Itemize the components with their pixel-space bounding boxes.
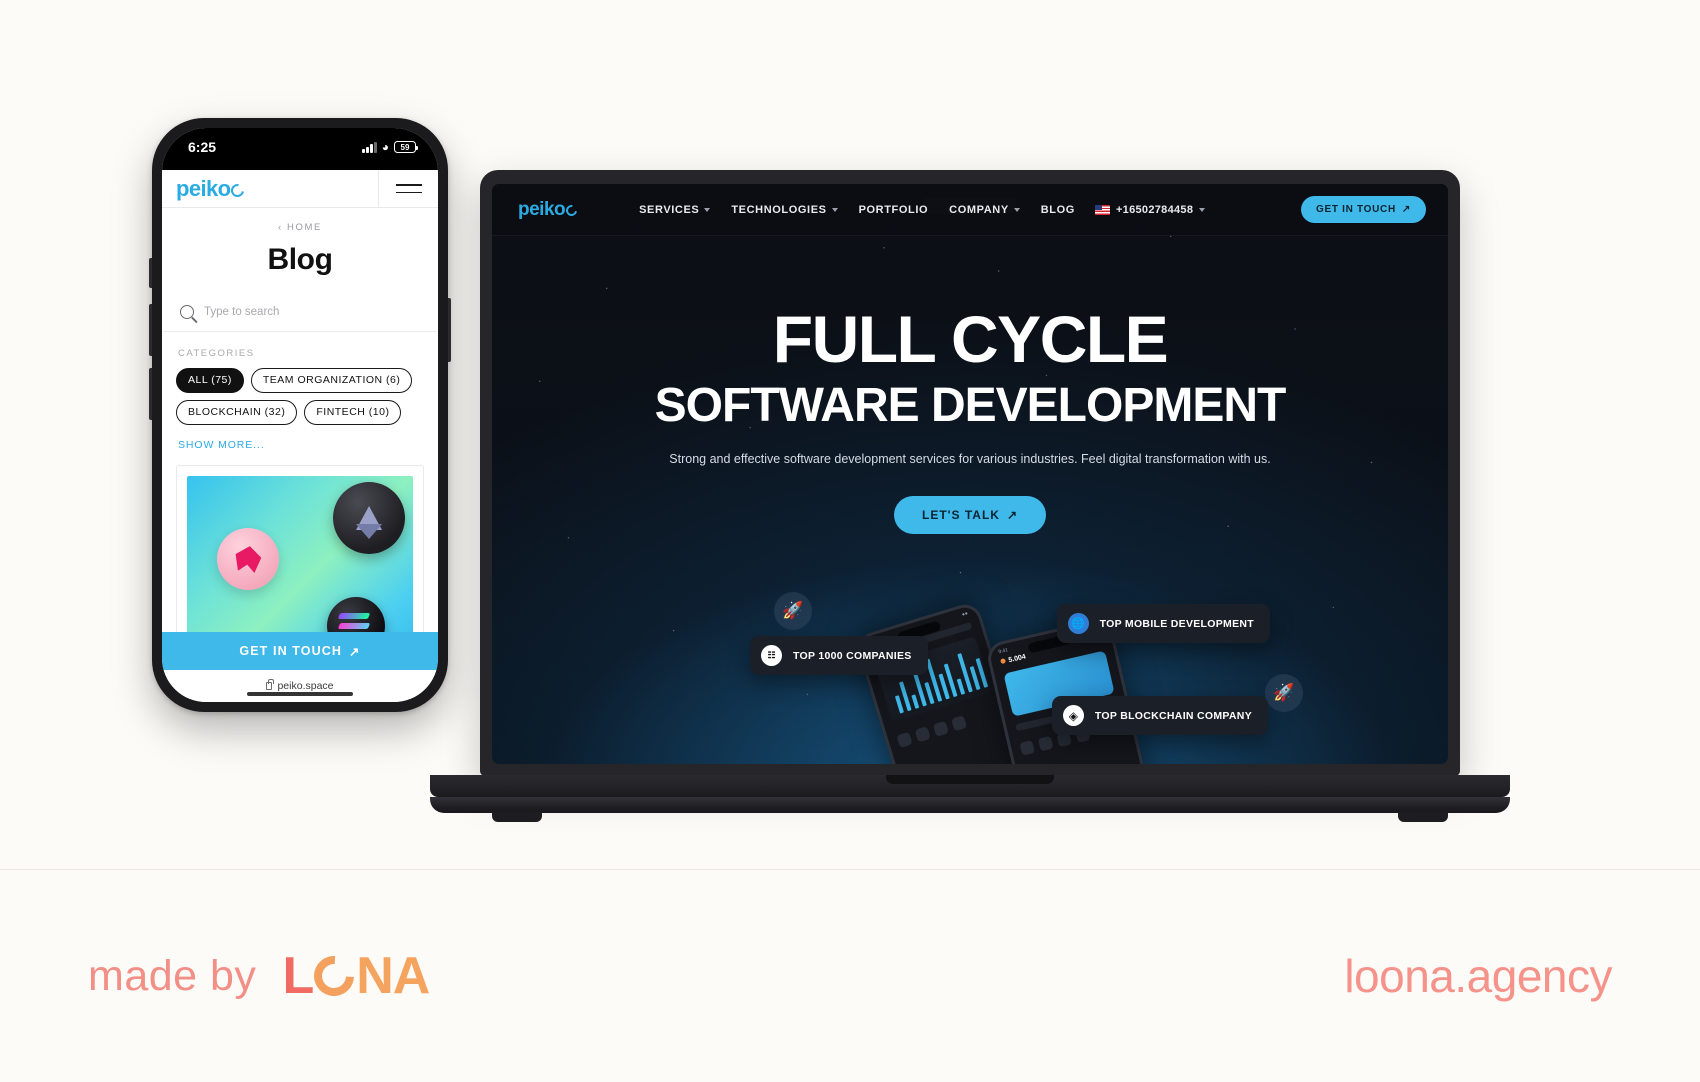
get-in-touch-label: GET IN TOUCH [239, 644, 342, 658]
loona-ring-icon [305, 947, 363, 1005]
badge-top-blockchain-company[interactable]: ◈ TOP BLOCKCHAIN COMPANY [1051, 696, 1268, 735]
search-placeholder: Type to search [204, 306, 280, 318]
category-chip-team-organization[interactable]: TEAM ORGANIZATION (6) [250, 368, 413, 393]
badge-label: TOP BLOCKCHAIN COMPANY [1094, 709, 1252, 722]
category-chip-blockchain[interactable]: BLOCKCHAIN (32) [176, 400, 298, 425]
mock-amount-value: 5.004 [1007, 653, 1027, 665]
phone-volume-down-button [149, 368, 152, 420]
status-indicators: ◕ 59 [362, 140, 418, 154]
peiko-ring-icon [228, 180, 248, 200]
site-navbar: peiko SERVICES TECHNOLOGIES PORTFOLIO CO… [492, 184, 1448, 236]
hero-title-line1: FULL CYCLE [772, 302, 1169, 376]
page-title: Blog [267, 243, 333, 276]
clutch-icon: ☷ [761, 645, 782, 666]
loona-logo[interactable]: L NA [282, 946, 430, 1006]
rocket-icon: 🚀 [774, 592, 812, 630]
badge-top-mobile-development[interactable]: 🌐 TOP MOBILE DEVELOPMENT [1056, 604, 1270, 643]
search-icon [180, 305, 194, 319]
nav-item-blog[interactable]: BLOG [1041, 204, 1075, 216]
diamond-icon: ◈ [1062, 705, 1084, 726]
chevron-down-icon [1013, 207, 1020, 212]
arrow-up-right-icon: ↗ [348, 644, 361, 659]
category-chip-list: ALL (75) TEAM ORGANIZATION (6) BLOCKCHAI… [162, 368, 438, 425]
us-flag-icon [1094, 204, 1110, 215]
nav-label: COMPANY [949, 203, 1009, 216]
nav-links: SERVICES TECHNOLOGIES PORTFOLIO COMPANY [639, 204, 1075, 216]
laptop-trackpad-notch [886, 775, 1054, 784]
nav-label: SERVICES [639, 203, 700, 216]
laptop-lid: peiko SERVICES TECHNOLOGIES PORTFOLIO CO… [480, 170, 1460, 776]
badge-top-1000-companies[interactable]: ☷ TOP 1000 COMPANIES [750, 636, 928, 675]
nav-label: TECHNOLOGIES [731, 203, 827, 216]
agency-website[interactable]: loona.agency [1344, 949, 1612, 1003]
category-chip-fintech[interactable]: FINTECH (10) [304, 400, 402, 425]
hero-title-line2: SOFTWARE DEVELOPMENT [654, 379, 1287, 432]
chevron-down-icon [831, 207, 838, 212]
dynamic-island [257, 135, 343, 161]
hamburger-menu-icon[interactable] [378, 170, 438, 207]
rocket-icon: 🚀 [1265, 674, 1303, 712]
wifi-icon: ◕ [381, 140, 389, 154]
phone-screen: 6:25 ◕ 59 peiko ‹ HOME Blog Type to sear… [162, 128, 438, 702]
breadcrumb[interactable]: ‹ HOME [162, 208, 438, 233]
arrow-up-right-icon: ↗ [1006, 508, 1019, 522]
chevron-down-icon [1199, 207, 1206, 212]
made-by-credit: made by L NA [88, 946, 430, 1006]
chevron-down-icon [704, 207, 711, 212]
laptop-foot-left [492, 812, 542, 822]
footer: made by L NA loona.agency [0, 870, 1700, 1082]
loona-logo-l: L [282, 947, 314, 1005]
arrow-up-right-icon: ↗ [1401, 204, 1411, 215]
phone-site-header: peiko [162, 170, 438, 208]
get-in-touch-label: GET IN TOUCH [1316, 204, 1396, 215]
peiko-ring-icon [563, 202, 580, 218]
crypto-coin-pink-icon [217, 528, 279, 590]
peiko-logo-text: peiko [176, 175, 231, 201]
loona-logo-na: NA [356, 947, 430, 1005]
get-in-touch-button[interactable]: GET IN TOUCH ↗ [1301, 196, 1426, 223]
laptop-mockup: peiko SERVICES TECHNOLOGIES PORTFOLIO CO… [430, 170, 1510, 822]
nav-label: PORTFOLIO [858, 203, 929, 216]
categories-label: CATEGORIES [178, 348, 255, 359]
search-input[interactable]: Type to search [164, 299, 436, 332]
cellular-bars-icon [362, 141, 377, 153]
browser-url-bar[interactable]: peiko.space [162, 670, 438, 702]
showcase-canvas: 6:25 ◕ 59 peiko ‹ HOME Blog Type to sear… [0, 0, 1700, 1082]
get-in-touch-bar-mobile[interactable]: GET IN TOUCH ↗ [162, 632, 438, 670]
hero-section: FULL CYCLE SOFTWARE DEVELOPMENT Strong a… [492, 236, 1448, 534]
nav-item-technologies[interactable]: TECHNOLOGIES [731, 203, 838, 216]
lets-talk-label: LET'S TALK [921, 508, 1000, 522]
lets-talk-button[interactable]: LET'S TALK ↗ [894, 496, 1046, 534]
category-chip-all[interactable]: ALL (75) [176, 368, 244, 393]
laptop-base [430, 775, 1510, 822]
phone-number-text: +16502784458 [1115, 203, 1194, 216]
nav-item-services[interactable]: SERVICES [639, 203, 711, 216]
badge-label: TOP MOBILE DEVELOPMENT [1099, 617, 1254, 630]
nav-label: BLOG [1040, 203, 1075, 216]
status-time: 6:25 [188, 139, 217, 155]
globe-icon: 🌐 [1067, 613, 1089, 634]
phone-volume-up-button [149, 304, 152, 356]
phone-status-bar: 6:25 ◕ 59 [162, 128, 438, 170]
url-text: peiko.space [277, 680, 334, 692]
laptop-foot-right [1398, 812, 1448, 822]
badge-label: TOP 1000 COMPANIES [793, 649, 912, 662]
phone-side-button [149, 258, 152, 288]
nav-item-company[interactable]: COMPANY [949, 204, 1020, 216]
home-indicator [247, 692, 353, 696]
battery-icon: 59 [394, 141, 418, 153]
phone-mockup: 6:25 ◕ 59 peiko ‹ HOME Blog Type to sear… [149, 118, 451, 712]
ethereum-coin-icon [333, 482, 405, 554]
phone-number-selector[interactable]: +16502784458 [1094, 203, 1206, 216]
peiko-logo-mobile[interactable]: peiko [176, 175, 248, 202]
made-by-label: made by [88, 951, 257, 1000]
peiko-logo-desktop[interactable]: peiko [518, 198, 580, 221]
laptop-screen: peiko SERVICES TECHNOLOGIES PORTFOLIO CO… [492, 184, 1448, 764]
nav-item-portfolio[interactable]: PORTFOLIO [859, 204, 929, 216]
show-more-link[interactable]: SHOW MORE... [162, 425, 438, 451]
hero-subtitle: Strong and effective software developmen… [669, 452, 1271, 466]
peiko-logo-text: peiko [518, 198, 566, 220]
lock-icon [266, 679, 274, 690]
